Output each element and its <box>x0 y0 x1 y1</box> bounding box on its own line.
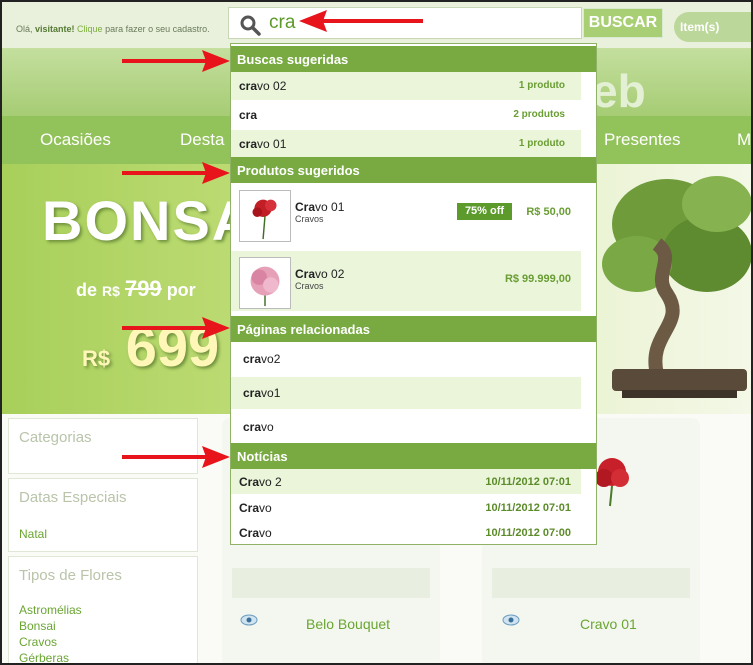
section-buscas-sugeridas: Buscas sugeridas <box>231 46 596 72</box>
news-date: 10/11/2012 07:01 <box>485 476 571 488</box>
news-row[interactable]: Cravo 10/11/2012 07:00 <box>231 520 581 545</box>
search-button[interactable]: BUSCAR <box>583 8 663 38</box>
sidebar-item-gerberas[interactable]: Gérberas <box>19 651 69 663</box>
nav-item-more[interactable]: M <box>737 130 751 150</box>
sidebar-tipos: Tipos de Flores Astromélias Bonsai Cravo… <box>8 556 198 663</box>
sidebar-item-cravos[interactable]: Cravos <box>19 635 57 649</box>
result-count: 1 produto <box>518 138 565 149</box>
section-title: Produtos sugeridos <box>237 163 360 178</box>
product-category: Cravos <box>295 281 324 291</box>
discount-badge: 75% off <box>457 203 512 220</box>
sidebar-item-natal[interactable]: Natal <box>19 527 47 541</box>
card-image-area <box>232 568 430 598</box>
product-name: Cravo 02 <box>295 267 345 281</box>
product-price: R$ 50,00 <box>526 206 571 218</box>
section-paginas-relacionadas: Páginas relacionadas <box>231 316 596 342</box>
suggestion-row[interactable]: cra 2 produtos <box>231 101 581 129</box>
news-date: 10/11/2012 07:00 <box>485 527 571 539</box>
product-thumbnail <box>239 190 291 242</box>
page-suggestion[interactable]: cravo1 <box>231 377 581 409</box>
news-row[interactable]: Cravo 10/11/2012 07:01 <box>231 495 581 520</box>
signup-link[interactable]: Clique <box>77 24 103 34</box>
search-query-text[interactable]: cra <box>269 12 295 34</box>
product-name[interactable]: Cravo 01 <box>580 616 637 632</box>
suggestion-row[interactable]: cravo 02 1 produto <box>231 72 581 100</box>
red-arrow-icon <box>122 162 230 184</box>
categorias-title[interactable]: Categorias <box>19 429 92 446</box>
product-category: Cravos <box>295 214 324 224</box>
card-image-area <box>492 568 690 598</box>
result-count: 2 produtos <box>513 109 565 120</box>
nav-item-presentes[interactable]: Presentes <box>604 130 681 150</box>
nav-item-ocasioes[interactable]: Ocasiões <box>40 130 111 150</box>
bonsai-tree-image <box>602 176 751 398</box>
section-produtos-sugeridos: Produtos sugeridos <box>231 157 596 183</box>
cart-items-pill[interactable]: Item(s) <box>674 12 751 42</box>
red-arrow-icon <box>122 50 230 72</box>
product-suggestion[interactable]: Cravo 02 Cravos R$ 99.999,00 <box>231 251 581 311</box>
suggestion-row[interactable]: cravo 01 1 produto <box>231 130 581 158</box>
page-suggestion[interactable]: cravo2 <box>231 344 581 376</box>
section-title: Buscas sugeridas <box>237 52 349 67</box>
news-row[interactable]: Cravo 2 10/11/2012 07:01 <box>231 469 581 494</box>
magnifier-icon <box>240 15 261 36</box>
cart-items-label: Item(s) <box>680 20 720 34</box>
welcome-text: Olá, visitante! Clique para fazer o seu … <box>16 24 210 34</box>
tipos-title: Tipos de Flores <box>19 567 122 584</box>
site-logo[interactable]: eb <box>592 64 646 118</box>
section-title: Notícias <box>237 449 288 464</box>
page-frame: Olá, visitante! Clique para fazer o seu … <box>0 0 753 665</box>
product-name: Cravo 01 <box>295 200 345 214</box>
product-price: R$ 99.999,00 <box>504 273 571 285</box>
result-count: 1 produto <box>518 80 565 91</box>
news-date: 10/11/2012 07:01 <box>485 502 571 514</box>
sidebar-item-bonsai[interactable]: Bonsai <box>19 619 56 633</box>
red-arrow-icon <box>122 446 230 468</box>
welcome-name: visitante! <box>35 24 75 34</box>
product-name[interactable]: Belo Bouquet <box>306 616 390 632</box>
autocomplete-dropdown: Buscas sugeridas cravo 02 1 produto cra … <box>230 43 597 545</box>
scroll-strip <box>581 70 596 156</box>
section-title: Páginas relacionadas <box>237 322 370 337</box>
welcome-suffix: para fazer o seu cadastro. <box>102 24 210 34</box>
banner-old-price: de R$ 799 por <box>76 276 196 301</box>
red-arrow-icon <box>299 10 423 32</box>
welcome-prefix: Olá, <box>16 24 36 34</box>
eye-icon[interactable] <box>502 614 520 626</box>
red-arrow-icon <box>122 317 230 339</box>
product-thumbnail <box>239 257 291 309</box>
banner-title: BONSA <box>42 189 255 252</box>
datas-title: Datas Especiais <box>19 489 127 506</box>
section-noticias: Notícias <box>231 443 596 469</box>
product-suggestion[interactable]: Cravo 01 Cravos 75% off R$ 50,00 <box>231 184 581 244</box>
nav-item-destaques[interactable]: Desta <box>180 130 224 150</box>
sidebar-item-astromelias[interactable]: Astromélias <box>19 603 82 617</box>
sidebar-datas: Datas Especiais Natal <box>8 478 198 552</box>
page-suggestion[interactable]: cravo <box>231 411 581 443</box>
eye-icon[interactable] <box>240 614 258 626</box>
